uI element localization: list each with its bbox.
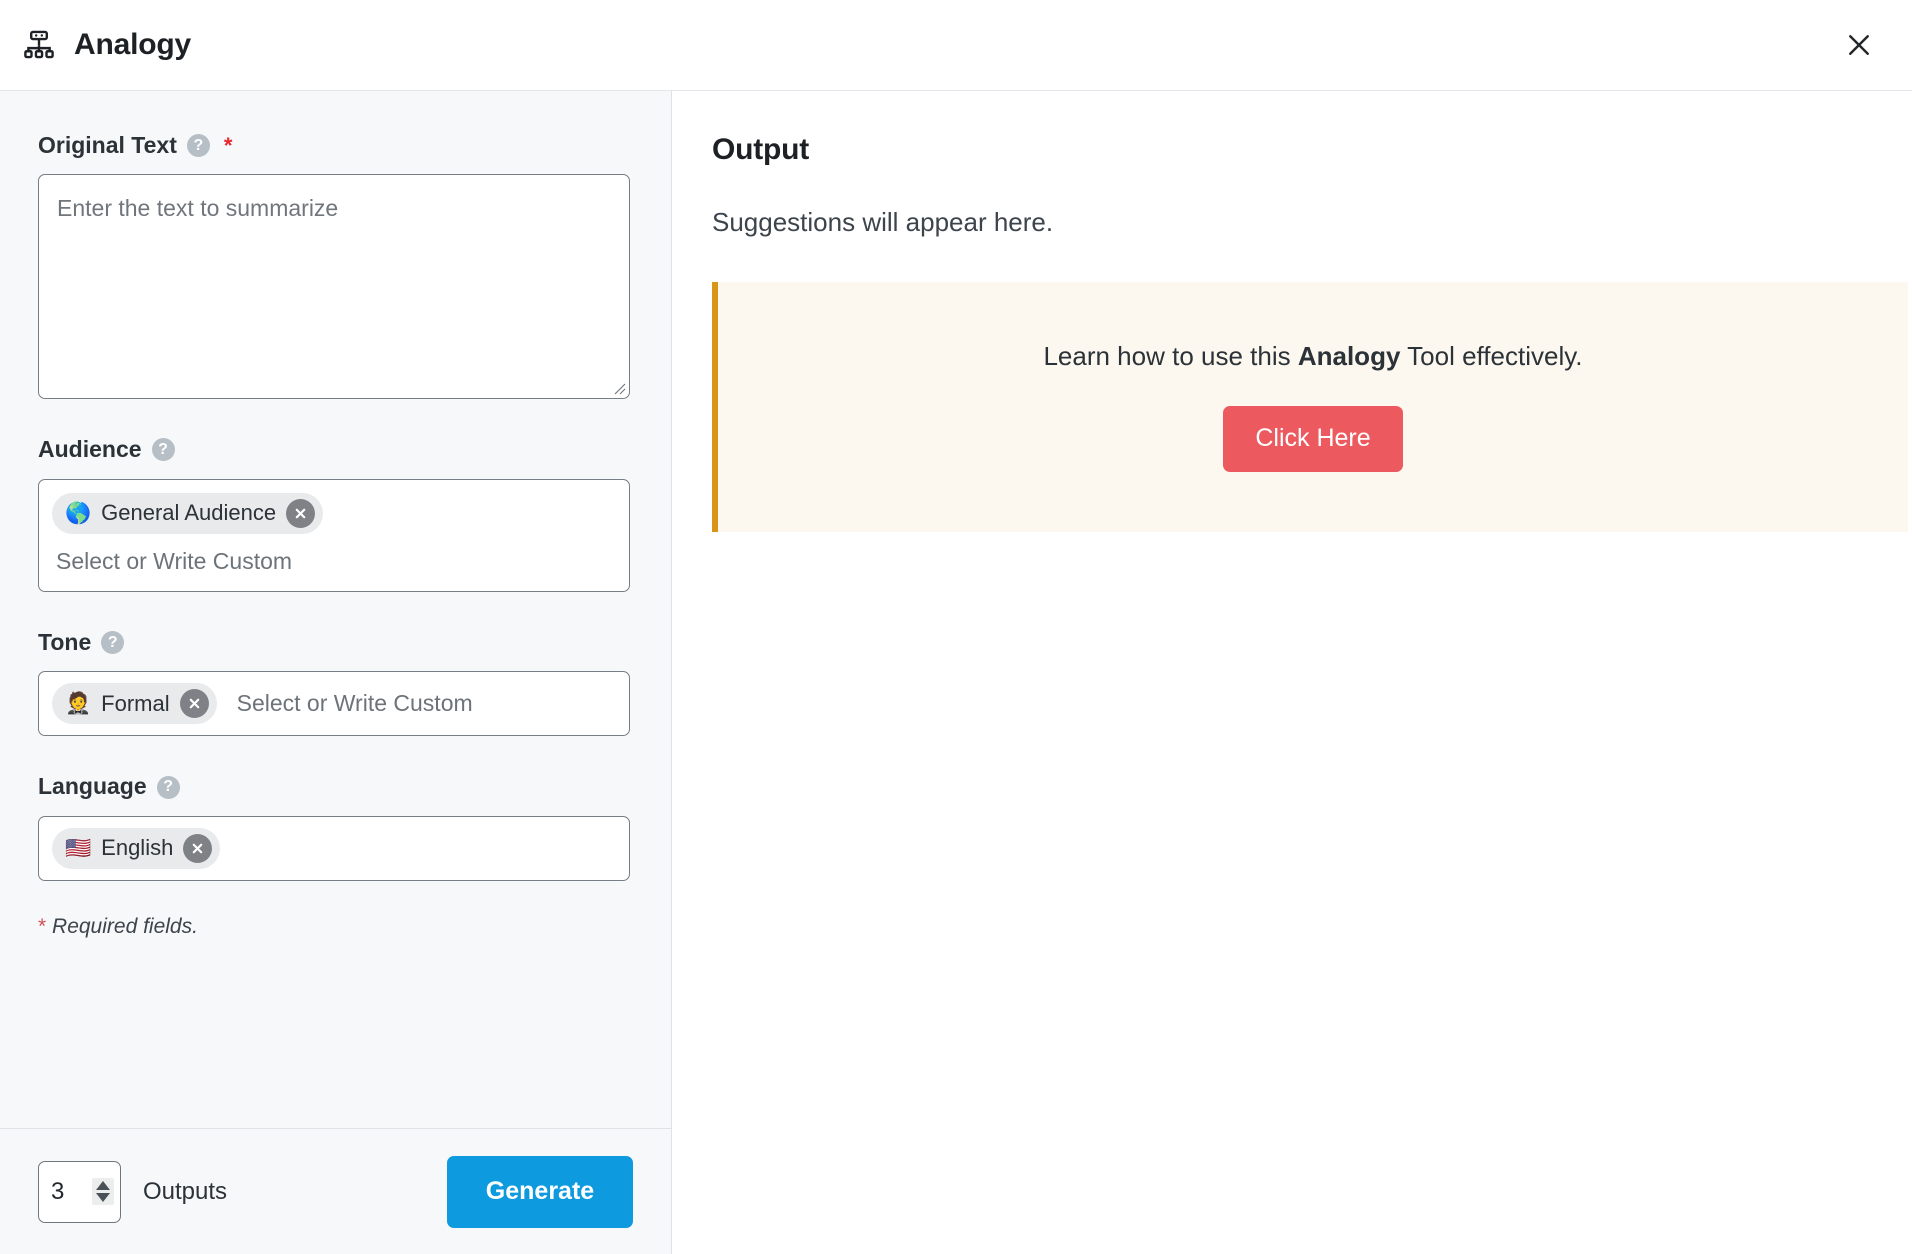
outputs-label: Outputs xyxy=(143,1177,228,1205)
analogy-tool-window: Analogy Original Text ? * Enter the text… xyxy=(0,0,1912,1254)
generate-button[interactable]: Generate xyxy=(447,1155,633,1228)
output-title: Output xyxy=(712,133,810,166)
outputs-count-value[interactable]: 3 xyxy=(51,1179,86,1204)
stepper-arrows[interactable] xyxy=(92,1178,114,1205)
chip-label: General Audience xyxy=(101,500,277,525)
action-bar: 3 Outputs Generate xyxy=(0,1128,671,1254)
required-asterisk: * xyxy=(223,132,233,158)
chip-remove-button[interactable] xyxy=(179,689,209,719)
sitemap-icon xyxy=(24,30,54,59)
original-text-wrapper xyxy=(38,174,630,400)
promo-text-bold: Analogy xyxy=(1297,341,1401,371)
page-title: Analogy xyxy=(74,28,191,61)
form-fields: Original Text ? * Audie xyxy=(0,91,671,1128)
promo-text-before: Learn how to use this xyxy=(1043,341,1298,371)
help-icon[interactable]: ? xyxy=(186,134,210,158)
window-body: Original Text ? * Audie xyxy=(0,91,1912,1254)
close-icon xyxy=(295,508,306,518)
tone-select[interactable]: 🤵 Formal Select or Write Custom xyxy=(38,671,630,737)
original-text-input[interactable] xyxy=(38,174,630,400)
language-label-row: Language ? xyxy=(38,774,633,799)
audience-select[interactable]: 🌎 General Audience Select or Write Custo… xyxy=(38,478,630,593)
audience-label: Audience xyxy=(38,436,142,463)
title-bar: Analogy xyxy=(0,0,1912,91)
chip-label: English xyxy=(101,835,174,861)
help-icon[interactable]: ? xyxy=(151,438,175,462)
field-original-text: Original Text ? * xyxy=(38,132,633,400)
form-panel: Original Text ? * Audie xyxy=(0,91,672,1254)
person-in-tuxedo-icon: 🤵 xyxy=(65,692,92,716)
chip-formal: 🤵 Formal xyxy=(52,683,217,725)
original-text-label: Original Text xyxy=(38,132,177,158)
original-text-label-row: Original Text ? * xyxy=(38,132,633,158)
required-note-text: Required fields. xyxy=(52,914,198,938)
tone-label: Tone xyxy=(38,629,92,656)
output-panel: Output Suggestions will appear here. Lea… xyxy=(672,91,1912,1254)
chip-remove-button[interactable] xyxy=(183,833,213,863)
field-audience: Audience ? 🌎 General Audience Select or … xyxy=(38,436,633,593)
flag-us-icon: 🇺🇸 xyxy=(65,836,92,860)
globe-icon: 🌎 xyxy=(65,501,92,525)
title-bar-left: Analogy xyxy=(22,28,191,62)
chip-label: Formal xyxy=(101,690,170,716)
language-select[interactable]: 🇺🇸 English xyxy=(38,815,630,881)
required-fields-note: * Required fields. xyxy=(38,915,633,939)
output-empty-message: Suggestions will appear here. xyxy=(712,207,1054,237)
required-note-asterisk: * xyxy=(38,914,47,938)
language-label: Language xyxy=(38,773,147,800)
click-here-button[interactable]: Click Here xyxy=(1223,405,1403,472)
chip-english: 🇺🇸 English xyxy=(52,827,221,869)
chip-general-audience: 🌎 General Audience xyxy=(52,492,324,534)
close-icon xyxy=(193,843,203,854)
help-icon[interactable]: ? xyxy=(156,775,180,799)
help-icon[interactable]: ? xyxy=(101,631,125,655)
promo-text-after: Tool effectively. xyxy=(1400,341,1583,371)
field-language: Language ? 🇺🇸 English xyxy=(38,774,633,881)
tone-label-row: Tone ? xyxy=(38,629,633,656)
stepper-up-icon[interactable] xyxy=(96,1181,110,1190)
stepper-down-icon[interactable] xyxy=(96,1193,110,1202)
chip-remove-button[interactable] xyxy=(286,498,316,528)
close-button[interactable] xyxy=(1836,22,1882,68)
audience-input-placeholder[interactable]: Select or Write Custom xyxy=(52,548,616,576)
promo-text: Learn how to use this Analogy Tool effec… xyxy=(738,340,1888,374)
audience-label-row: Audience ? xyxy=(38,436,633,463)
outputs-stepper[interactable]: 3 xyxy=(38,1160,121,1223)
field-tone: Tone ? 🤵 Formal Select or Write Custom xyxy=(38,629,633,737)
close-icon xyxy=(189,699,199,709)
tone-input-placeholder[interactable]: Select or Write Custom xyxy=(229,690,473,718)
close-icon xyxy=(1849,35,1869,55)
promo-banner: Learn how to use this Analogy Tool effec… xyxy=(712,282,1908,532)
